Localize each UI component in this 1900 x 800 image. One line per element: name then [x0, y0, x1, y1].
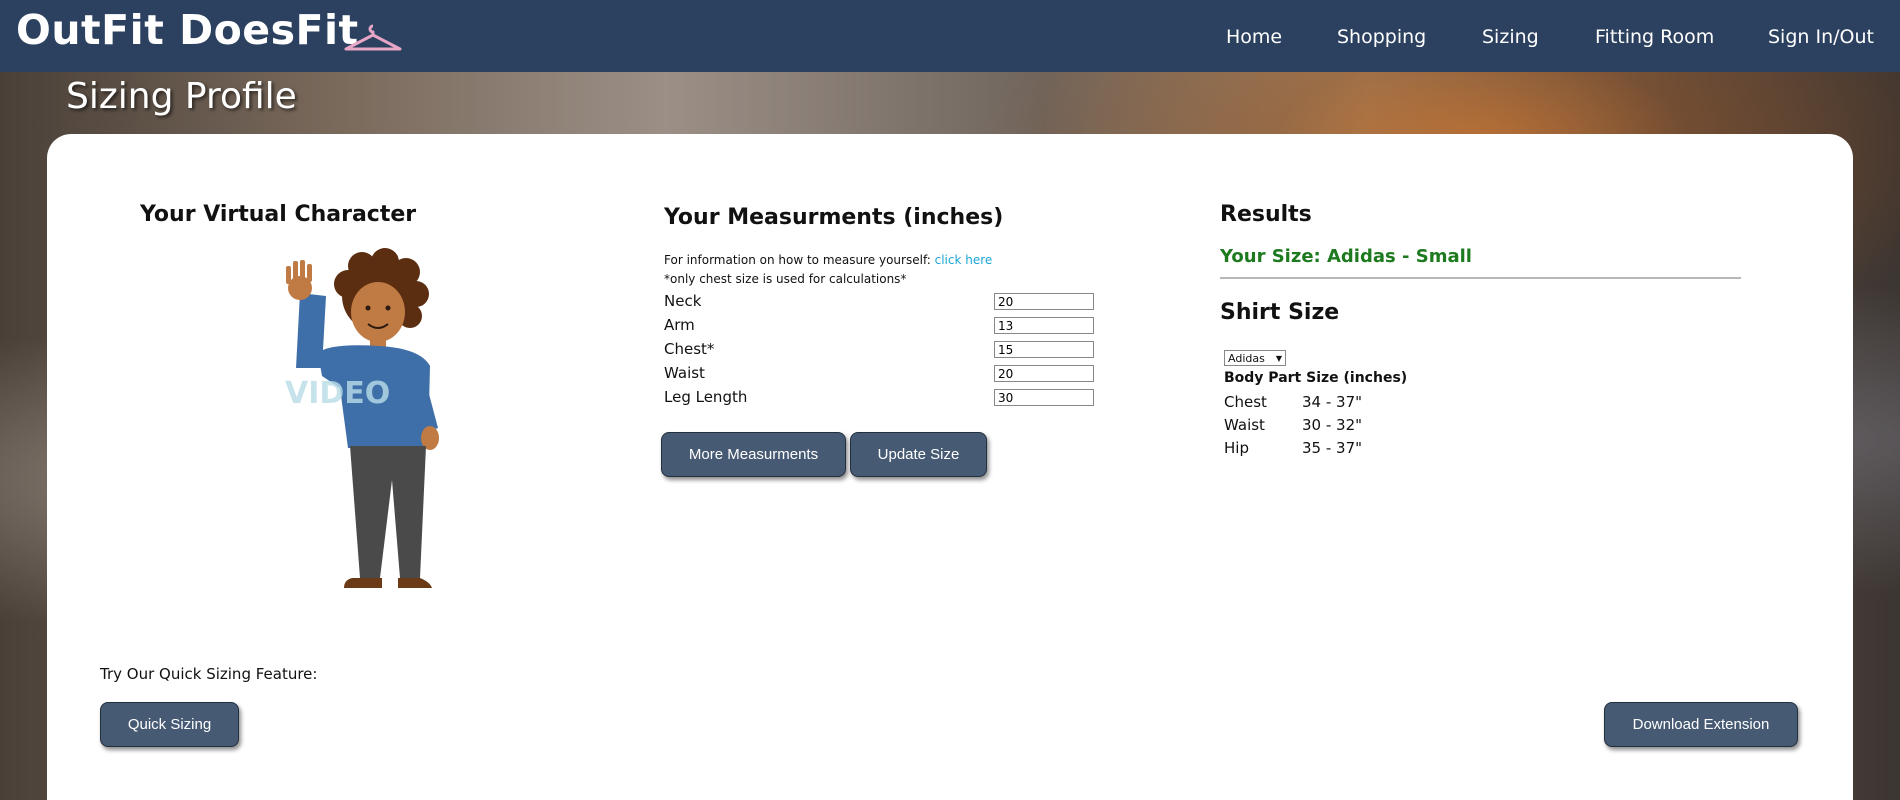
virtual-character-avatar: VIDEO [285, 248, 439, 588]
leg-length-label: Leg Length [664, 388, 748, 406]
update-size-button[interactable]: Update Size [850, 432, 987, 477]
neck-label: Neck [664, 292, 702, 310]
page-title: Sizing Profile [66, 76, 297, 117]
size-row-part: Chest [1224, 393, 1267, 411]
arm-label: Arm [664, 316, 695, 334]
size-row-value: 34 - 37" [1302, 393, 1363, 411]
your-size-result: Your Size: Adidas - Small [1220, 246, 1472, 267]
brand-logo-text[interactable]: OutFit DoesFit [16, 6, 359, 54]
size-row-part: Hip [1224, 439, 1249, 457]
measure-info-line: For information on how to measure yourse… [664, 253, 992, 267]
size-row-value: 35 - 37" [1302, 439, 1363, 457]
leg-length-input[interactable] [994, 389, 1094, 406]
arm-input[interactable] [994, 317, 1094, 334]
quick-sizing-button[interactable]: Quick Sizing [100, 702, 239, 747]
shirt-size-heading: Shirt Size [1220, 300, 1340, 325]
measure-info-text: For information on how to measure yourse… [664, 253, 931, 267]
nav-sign-in-out[interactable]: Sign In/Out [1768, 26, 1874, 48]
neck-input[interactable] [994, 293, 1094, 310]
chest-label: Chest* [664, 340, 715, 358]
results-heading: Results [1220, 202, 1312, 227]
nav-home[interactable]: Home [1226, 26, 1282, 48]
quick-sizing-label: Try Our Quick Sizing Feature: [100, 665, 318, 683]
character-heading: Your Virtual Character [140, 202, 417, 227]
download-extension-button[interactable]: Download Extension [1604, 702, 1798, 747]
hanger-icon [344, 24, 402, 51]
top-navbar: OutFit DoesFit Home Shopping Sizing Fitt… [0, 0, 1900, 72]
chest-note: *only chest size is used for calculation… [664, 272, 907, 286]
measure-help-link[interactable]: click here [935, 253, 993, 267]
brand-select-value: Adidas [1228, 352, 1265, 365]
size-table-header: Body Part Size (inches) [1224, 370, 1408, 386]
watermark-text: VIDEO [285, 376, 390, 411]
size-row-value: 30 - 32" [1302, 416, 1363, 434]
results-divider [1220, 277, 1741, 279]
nav-fitting-room[interactable]: Fitting Room [1595, 26, 1714, 48]
more-measurements-button[interactable]: More Measurments [661, 432, 846, 477]
nav-sizing[interactable]: Sizing [1482, 26, 1539, 48]
waist-input[interactable] [994, 365, 1094, 382]
nav-shopping[interactable]: Shopping [1337, 26, 1426, 48]
dropdown-arrow-icon: ▼ [1275, 354, 1282, 363]
brand-select[interactable]: Adidas ▼ [1224, 350, 1286, 366]
waist-label: Waist [664, 364, 705, 382]
chest-input[interactable] [994, 341, 1094, 358]
measurements-heading: Your Measurments (inches) [664, 205, 1004, 230]
size-row-part: Waist [1224, 416, 1265, 434]
